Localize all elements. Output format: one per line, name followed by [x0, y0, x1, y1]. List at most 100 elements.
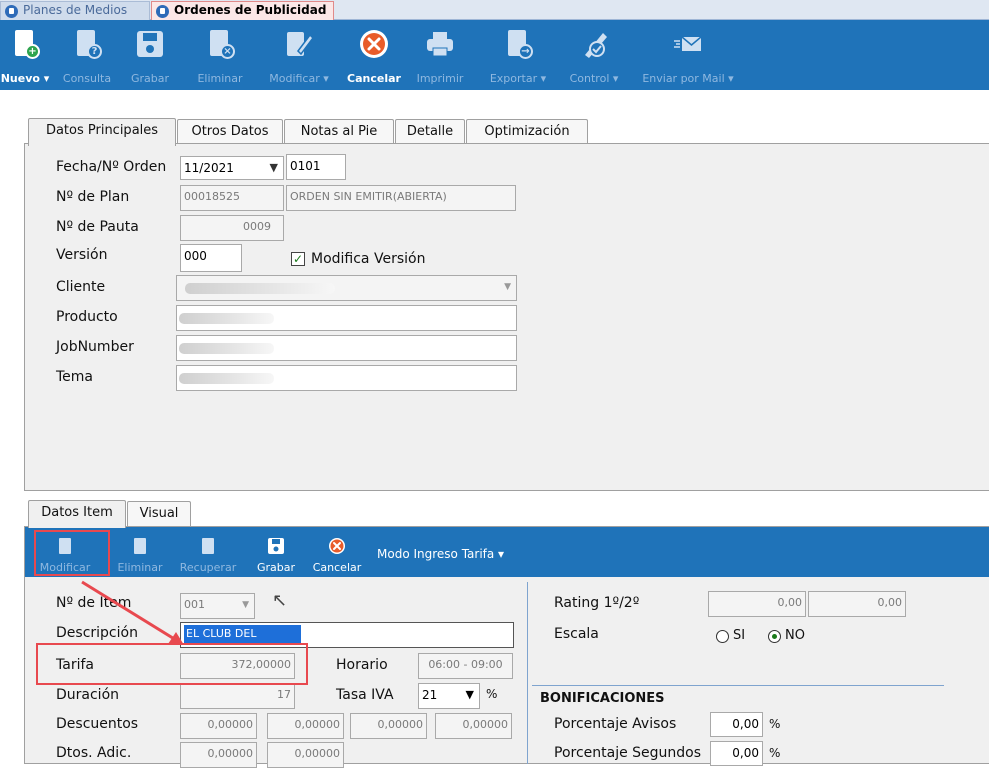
item-cancelar-button[interactable]: Cancelar: [308, 527, 366, 577]
consulta-button[interactable]: ? Consulta: [56, 20, 118, 90]
descuento-3-field[interactable]: 0,00000: [350, 713, 427, 739]
tab-visual[interactable]: Visual: [127, 501, 191, 528]
chevron-down-icon: ▼: [465, 688, 474, 701]
item-toolbar-label: Recuperar: [179, 561, 237, 574]
escala-no-label: NO: [785, 628, 805, 643]
dto-adic-2-field[interactable]: 0,00000: [267, 742, 344, 768]
tab-datos-principales[interactable]: Datos Principales: [28, 118, 176, 146]
tab-optimizacion[interactable]: Optimización: [466, 119, 588, 146]
orden-value: 0101: [290, 159, 321, 173]
modificar-button[interactable]: Modificar ▾: [260, 20, 338, 90]
export-icon: →: [503, 29, 533, 59]
tab-datos-item[interactable]: Datos Item: [28, 500, 126, 528]
grabar-button[interactable]: Grabar: [122, 20, 178, 90]
cancelar-button[interactable]: Cancelar: [343, 20, 405, 90]
plan-status: ORDEN SIN EMITIR(ABIERTA): [290, 190, 447, 203]
nuevo-button[interactable]: + Nuevo ▾: [0, 20, 50, 90]
toolbar-label: Cancelar: [347, 72, 401, 85]
imprimir-button[interactable]: Imprimir: [410, 20, 470, 90]
plan-status-field: ORDEN SIN EMITIR(ABIERTA): [286, 185, 516, 211]
pauta-field: 0009: [180, 215, 284, 241]
window-tab-strip: Planes de Medios Ordenes de Publicidad: [0, 0, 989, 20]
escala-no-radio[interactable]: [768, 630, 781, 643]
horario-label: Horario: [336, 657, 388, 673]
mouse-cursor-icon: ↖: [272, 590, 288, 611]
dto-adic-value: 0,00000: [294, 747, 341, 760]
tasa-iva-unit: %: [486, 687, 498, 701]
annotation-arrow-icon: [81, 580, 184, 645]
jobnumber-field[interactable]: [176, 335, 517, 361]
tab-label: Detalle: [406, 124, 454, 139]
descuento-value: 0,00000: [377, 718, 424, 731]
version-input[interactable]: 000: [180, 244, 242, 272]
porc-segundos-value: 0,00: [732, 746, 759, 760]
cliente-select[interactable]: ▼: [176, 275, 517, 301]
descuento-value: 0,00000: [294, 718, 341, 731]
horario-field: 06:00 - 09:00: [418, 653, 513, 679]
descripcion-selected-text: EL CLUB DEL: [184, 625, 302, 643]
descuento-2-field[interactable]: 0,00000: [267, 713, 344, 739]
producto-label: Producto: [56, 309, 118, 325]
redacted-text: [179, 373, 274, 384]
item-select[interactable]: 001 ▼: [180, 593, 255, 619]
pauta-value: 0009: [243, 220, 271, 233]
control-icon: [579, 29, 609, 59]
exportar-button[interactable]: → Exportar ▾: [480, 20, 556, 90]
toolbar-label: Enviar por Mail ▾: [642, 72, 734, 85]
rating-value: 0,00: [777, 596, 803, 609]
mail-icon: [673, 29, 703, 59]
edit-icon: [284, 29, 314, 59]
tab-detalle[interactable]: Detalle: [395, 119, 465, 146]
item-eliminar-button[interactable]: Eliminar: [115, 527, 165, 577]
window-tab-label: Ordenes de Publicidad: [174, 3, 327, 17]
item-toolbar-label: Grabar: [256, 561, 296, 574]
modifica-version-checkbox[interactable]: ✓: [291, 252, 305, 266]
window-tab-ordenes-de-publicidad[interactable]: Ordenes de Publicidad: [151, 1, 334, 20]
window-tab-planes-de-medios[interactable]: Planes de Medios: [0, 1, 150, 20]
enviar-por-mail-button[interactable]: Enviar por Mail ▾: [632, 20, 744, 90]
chevron-down-icon: ▼: [504, 282, 511, 292]
tab-app-icon: [156, 5, 169, 18]
item-grabar-button[interactable]: Grabar: [251, 527, 301, 577]
duracion-value: 17: [277, 688, 291, 701]
porc-avisos-value: 0,00: [732, 717, 759, 731]
orden-input[interactable]: 0101: [286, 154, 346, 180]
redacted-text: [179, 343, 274, 354]
toolbar-label: Control ▾: [569, 72, 619, 85]
recover-icon: [199, 537, 217, 555]
delete-icon: [131, 537, 149, 555]
control-button[interactable]: Control ▾: [560, 20, 628, 90]
chevron-down-icon: ▼: [269, 161, 278, 174]
dto-adic-1-field[interactable]: 0,00000: [180, 742, 257, 768]
fecha-select[interactable]: 11/2021 ▼: [180, 156, 284, 180]
item-recuperar-button[interactable]: Recuperar: [173, 527, 243, 577]
porc-segundos-label: Porcentaje Segundos: [554, 745, 702, 761]
tab-label: Notas al Pie: [300, 124, 378, 139]
tab-otros-datos[interactable]: Otros Datos: [177, 119, 283, 146]
porc-segundos-input[interactable]: 0,00: [710, 741, 763, 766]
eliminar-button[interactable]: × Eliminar: [187, 20, 253, 90]
duracion-field: 17: [180, 683, 295, 709]
rating-label: Rating 1º/2º: [554, 595, 640, 611]
modo-ingreso-tarifa-dropdown[interactable]: Modo Ingreso Tarifa ▾: [377, 547, 504, 561]
main-toolbar: + Nuevo ▾ ? Consulta Grabar × Eliminar M…: [0, 20, 989, 90]
rating-1-field: 0,00: [708, 591, 806, 617]
delete-icon: ×: [205, 29, 235, 59]
tab-notas-al-pie[interactable]: Notas al Pie: [284, 119, 394, 146]
column-divider: [527, 582, 528, 764]
descuento-4-field[interactable]: 0,00000: [435, 713, 512, 739]
escala-si-radio[interactable]: [716, 630, 729, 643]
producto-field[interactable]: [176, 305, 517, 331]
jobnumber-label: JobNumber: [56, 339, 134, 355]
tasa-iva-select[interactable]: 21 ▼: [418, 683, 480, 709]
toolbar-label: Imprimir: [416, 72, 464, 85]
dtos-adic-label: Dtos. Adic.: [56, 745, 132, 761]
modo-ingreso-label: Modo Ingreso Tarifa ▾: [377, 547, 505, 561]
tema-field[interactable]: [176, 365, 517, 391]
fecha-label: Fecha/Nº Orden: [56, 159, 167, 175]
toolbar-label: Modificar ▾: [269, 72, 329, 85]
porc-avisos-input[interactable]: 0,00: [710, 712, 763, 737]
cancel-icon: [359, 29, 389, 59]
descuento-1-field[interactable]: 0,00000: [180, 713, 257, 739]
tab-label: Otros Datos: [191, 124, 269, 139]
